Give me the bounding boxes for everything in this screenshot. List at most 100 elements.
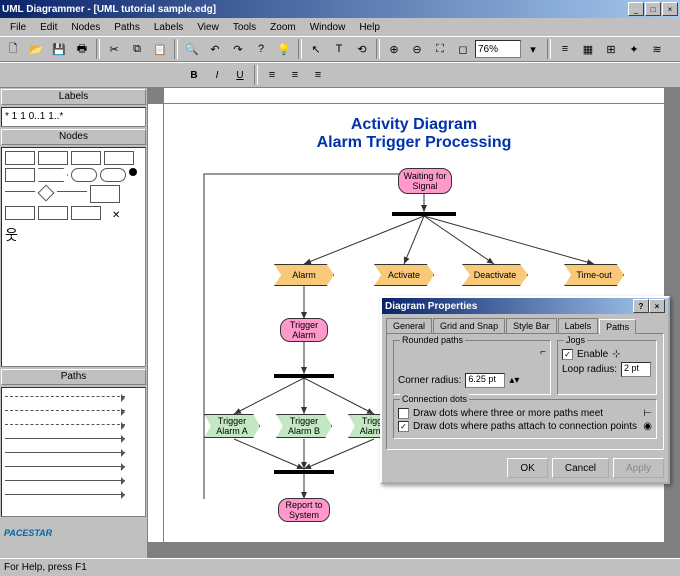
bulb-icon[interactable]: 💡 [273, 39, 295, 59]
path-style-icon[interactable] [5, 424, 125, 425]
path-style-icon[interactable] [5, 466, 125, 467]
rect-shape-icon[interactable] [71, 151, 101, 165]
enable-jogs-checkbox[interactable]: ✓ [562, 349, 573, 360]
menu-labels[interactable]: Labels [148, 21, 189, 34]
loop-radius-input[interactable]: 2 pt [621, 362, 651, 377]
path-style-icon[interactable] [5, 452, 125, 453]
menu-help[interactable]: Help [353, 21, 386, 34]
label-item[interactable]: 1..* [48, 111, 63, 122]
menu-nodes[interactable]: Nodes [65, 21, 106, 34]
menu-tools[interactable]: Tools [227, 21, 262, 34]
copy-icon[interactable]: ⧉ [126, 39, 148, 59]
zoom-out-icon[interactable]: ⊖ [406, 39, 428, 59]
align-right-icon[interactable]: ≡ [307, 65, 329, 85]
rect-shape-icon[interactable] [38, 206, 68, 220]
find-icon[interactable]: 🔍 [181, 39, 203, 59]
zoom-100-icon[interactable]: ◻ [452, 39, 474, 59]
rounded-shape-icon[interactable] [71, 168, 97, 182]
node-fork-bar2[interactable] [274, 374, 334, 378]
node-waiting[interactable]: Waiting for Signal [398, 168, 452, 194]
node-timeout[interactable]: Time-out [564, 264, 624, 286]
tab-grid[interactable]: Grid and Snap [433, 318, 505, 333]
dots-cb2-checkbox[interactable]: ✓ [398, 421, 409, 432]
zoom-fit-icon[interactable]: ⛶ [429, 39, 451, 59]
path-style-icon[interactable] [5, 480, 125, 481]
node-trigger[interactable]: Trigger Alarm [280, 318, 328, 342]
label-item[interactable]: * 1 [5, 111, 17, 122]
pointer-icon[interactable]: ↖ [305, 39, 327, 59]
paste-icon[interactable]: 📋 [149, 39, 171, 59]
node-deactivate[interactable]: Deactivate [462, 264, 528, 286]
corner-radius-input[interactable]: 6.25 pt [465, 373, 505, 388]
help-icon[interactable]: ? [250, 39, 272, 59]
redo-icon[interactable]: ↷ [227, 39, 249, 59]
zoom-in-icon[interactable]: ⊕ [383, 39, 405, 59]
layers-icon[interactable]: ≋ [646, 39, 668, 59]
stepper-icon[interactable]: ▴▾ [509, 375, 519, 386]
minimize-icon[interactable]: _ [628, 2, 644, 16]
new-icon[interactable]: 🗋 [2, 39, 24, 59]
dots-cb1-checkbox[interactable] [398, 408, 409, 419]
guides-icon[interactable]: ✦ [623, 39, 645, 59]
labels-panel-header[interactable]: Labels [1, 89, 146, 105]
label-item[interactable]: 1 0..1 [20, 111, 45, 122]
snap-icon[interactable]: ⊞ [600, 39, 622, 59]
node-trigger-a[interactable]: Trigger Alarm A [204, 414, 260, 438]
close-icon[interactable]: × [662, 2, 678, 16]
chevron-shape-icon[interactable] [38, 168, 68, 182]
save-icon[interactable]: 💾 [48, 39, 70, 59]
zoom-input[interactable]: 76% [475, 40, 521, 58]
text-icon[interactable]: T [328, 39, 350, 59]
rect-shape-icon[interactable] [5, 151, 35, 165]
rect-shape-icon[interactable] [5, 168, 35, 182]
tab-general[interactable]: General [386, 318, 432, 333]
align-center-icon[interactable]: ≡ [284, 65, 306, 85]
dialog-title-bar[interactable]: Diagram Properties ? × [382, 298, 668, 314]
box3d-shape-icon[interactable] [90, 185, 120, 203]
menu-window[interactable]: Window [304, 21, 352, 34]
underline-icon[interactable]: U [229, 65, 251, 85]
paths-panel-header[interactable]: Paths [1, 369, 146, 385]
node-join-bar[interactable] [274, 470, 334, 474]
cancel-button[interactable]: Cancel [552, 458, 609, 478]
rect-shape-icon[interactable] [71, 206, 101, 220]
maximize-icon[interactable]: □ [645, 2, 661, 16]
rect-shape-icon[interactable] [5, 206, 35, 220]
node-report[interactable]: Report to System [278, 498, 330, 522]
dialog-help-icon[interactable]: ? [633, 299, 649, 313]
diamond-shape-icon[interactable] [38, 185, 55, 202]
print-icon[interactable]: 🖶 [71, 39, 93, 59]
tab-stylebar[interactable]: Style Bar [506, 318, 557, 333]
line-shape-icon[interactable] [5, 191, 35, 192]
menu-view[interactable]: View [191, 21, 225, 34]
dialog-close-icon[interactable]: × [649, 299, 665, 313]
node-trigger-b[interactable]: Trigger Alarm B [276, 414, 332, 438]
line-shape-icon[interactable] [57, 191, 87, 192]
menu-zoom[interactable]: Zoom [264, 21, 302, 34]
align-left-icon[interactable]: ≡ [261, 65, 283, 85]
align-icon[interactable]: ≡ [554, 39, 576, 59]
menu-file[interactable]: File [4, 21, 32, 34]
actor-shape-icon[interactable]: 웃 [5, 228, 18, 242]
open-icon[interactable]: 📂 [25, 39, 47, 59]
rect-shape-icon[interactable] [104, 151, 134, 165]
grid-icon[interactable]: ▦ [577, 39, 599, 59]
rect-shape-icon[interactable] [38, 151, 68, 165]
dot-shape-icon[interactable] [129, 168, 137, 176]
rotate-icon[interactable]: ⟲ [351, 39, 373, 59]
tab-paths[interactable]: Paths [599, 319, 636, 334]
x-shape-icon[interactable]: ✕ [112, 210, 120, 221]
undo-icon[interactable]: ↶ [204, 39, 226, 59]
italic-icon[interactable]: I [206, 65, 228, 85]
apply-button[interactable]: Apply [613, 458, 664, 478]
menu-paths[interactable]: Paths [108, 21, 146, 34]
bold-icon[interactable]: B [183, 65, 205, 85]
path-style-icon[interactable] [5, 410, 125, 411]
zoom-drop-icon[interactable]: ▾ [522, 39, 544, 59]
path-style-icon[interactable] [5, 396, 125, 397]
nodes-panel-header[interactable]: Nodes [1, 129, 146, 145]
rounded-shape-icon[interactable] [100, 168, 126, 182]
path-style-icon[interactable] [5, 438, 125, 439]
node-alarm[interactable]: Alarm [274, 264, 334, 286]
node-fork-bar[interactable] [392, 212, 456, 216]
